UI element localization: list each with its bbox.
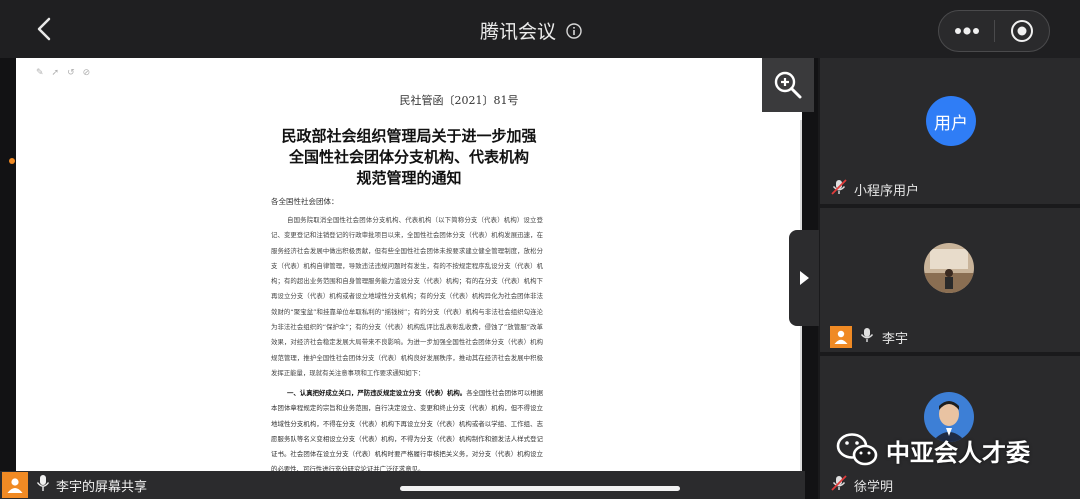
- top-bar: 腾讯会议: [0, 0, 1080, 58]
- participant-name-row: 徐学明: [830, 474, 893, 496]
- target-circle-icon[interactable]: [995, 10, 1049, 52]
- triangle-right-icon: [800, 271, 809, 285]
- status-dot: [9, 158, 15, 164]
- section-heading: 一、认真把好成立关口，严防违反规定设立分支（代表）机构。: [287, 389, 467, 397]
- mini-program-capsule: [938, 10, 1050, 52]
- wechat-icon: [836, 433, 878, 466]
- app-title: 腾讯会议: [480, 21, 557, 43]
- photo-avatar: [924, 243, 974, 293]
- document-title-line: 民政部社会组织管理局关于进一步加强: [281, 127, 537, 145]
- screen-share-label: 李宇的屏幕共享: [56, 479, 148, 495]
- mic-muted-icon: [830, 474, 848, 496]
- document-title-line: 全国性社会团体分支机构、代表机构: [288, 148, 529, 166]
- home-indicator[interactable]: [400, 486, 680, 491]
- chevron-left-icon[interactable]: [30, 14, 60, 44]
- zoom-in-icon: [774, 71, 802, 99]
- participant-name: 小程序用户: [854, 183, 920, 199]
- document-number: 民社管函〔2021〕81号: [399, 94, 519, 107]
- document-salutation: 各全国性社会团体：: [271, 197, 339, 206]
- document-title: 民政部社会组织管理局关于进一步加强 全国性社会团体分支机构、代表机构 规范管理的…: [16, 126, 802, 189]
- cursor-icon[interactable]: ➚: [52, 68, 60, 78]
- avatar: 用户: [926, 96, 976, 146]
- undo-icon[interactable]: ↺: [67, 68, 75, 78]
- document-section: 一、认真把好成立关口，严防违反规定设立分支（代表）机构。各全国性社会团体可以根据…: [271, 386, 543, 478]
- mic-muted-icon: [830, 178, 848, 200]
- panel-toggle-handle[interactable]: [789, 230, 819, 326]
- mic-icon: [36, 474, 50, 496]
- screen-share-bar: 李宇的屏幕共享: [0, 471, 805, 499]
- info-circle-icon[interactable]: [566, 22, 582, 39]
- mic-icon: [858, 326, 876, 348]
- document-body: 自国务院取消全国性社会团体分支机构、代表机构（以下简称分支（代表）机构）设立登记…: [271, 216, 543, 377]
- zoom-in-button[interactable]: [762, 58, 814, 112]
- meeting-title-group: 腾讯会议: [480, 17, 582, 44]
- participant-name: 李宇: [882, 331, 909, 347]
- participant-name-row: 李宇: [830, 326, 908, 348]
- participant-tile[interactable]: 徐学明: [820, 356, 1080, 499]
- document-toolbar: ✎ ➚ ↺ ⊘: [36, 68, 90, 78]
- document-title-line: 规范管理的通知: [356, 169, 462, 187]
- user-icon: [830, 326, 852, 348]
- section-body: 各全国性社会团体可以根据本团体章程规定的宗旨和业务范围，自行决定设立、变更和终止…: [271, 389, 544, 474]
- user-icon: [2, 472, 28, 498]
- shared-screen-area: ✎ ➚ ↺ ⊘ 民社管函〔2021〕81号 民政部社会组织管理局关于进一步加强 …: [0, 58, 818, 499]
- watermark-text: 中亚会人才委: [886, 438, 1030, 467]
- watermark: 中亚会人才委: [836, 432, 1030, 468]
- participant-name: 徐学明: [854, 479, 894, 495]
- participant-tile[interactable]: 用户 小程序用户: [820, 58, 1080, 204]
- shared-document[interactable]: ✎ ➚ ↺ ⊘ 民社管函〔2021〕81号 民政部社会组织管理局关于进一步加强 …: [16, 58, 802, 499]
- pen-icon[interactable]: ✎: [36, 68, 44, 78]
- more-dots-icon[interactable]: [939, 10, 994, 52]
- stop-icon[interactable]: ⊘: [83, 68, 91, 78]
- participant-name-row: 小程序用户: [830, 178, 919, 200]
- participant-tile[interactable]: 李宇: [820, 208, 1080, 352]
